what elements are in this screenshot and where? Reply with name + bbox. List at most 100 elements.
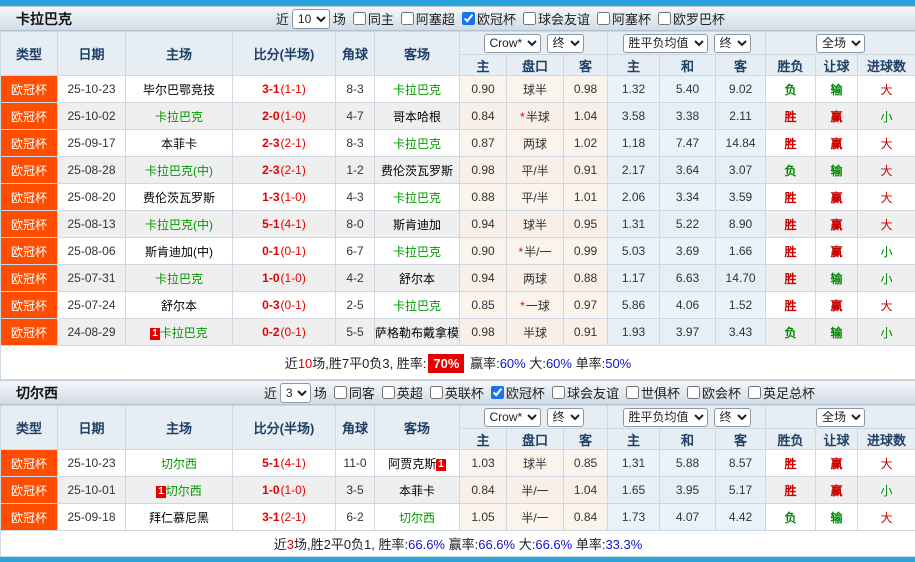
- filter-checkbox[interactable]: [462, 12, 475, 25]
- date-cell: 25-10-02: [58, 103, 126, 130]
- score-cell: 5-1(4-1): [233, 211, 336, 238]
- odds-company-select[interactable]: Crow*: [484, 34, 541, 53]
- filter-checkbox[interactable]: [626, 386, 639, 399]
- scope-select[interactable]: 全场: [816, 408, 865, 427]
- recent-count-select[interactable]: 3: [280, 383, 311, 403]
- team-name: 斯肯迪加: [393, 218, 441, 232]
- odds-company-select[interactable]: Crow*: [484, 408, 541, 427]
- filter-checkbox[interactable]: [334, 386, 347, 399]
- team-name: 拜仁慕尼黑: [149, 511, 209, 525]
- home-team-cell: 拜仁慕尼黑: [126, 504, 233, 531]
- filter-checkbox[interactable]: [491, 386, 504, 399]
- match-row: 欧冠杯25-10-23切尔西5-1(4-1)11-0阿贾克斯11.03球半0.8…: [1, 450, 915, 477]
- date-cell: 25-10-01: [58, 477, 126, 504]
- odds-home-cell: 0.94: [460, 211, 507, 238]
- filter-checkbox[interactable]: [552, 386, 565, 399]
- corners-cell: 1-2: [336, 157, 375, 184]
- avg-away-cell: 14.84: [716, 130, 766, 157]
- avg-type-select[interactable]: 胜平负均值: [623, 34, 708, 53]
- goals-result-cell: 小: [858, 238, 915, 265]
- col-header: 角球: [336, 32, 375, 76]
- red-card-badge: 1: [150, 328, 160, 340]
- filter-label: 同客: [349, 383, 375, 402]
- sub-col-header: 主: [460, 55, 507, 76]
- goals-result-cell: 大: [858, 504, 915, 531]
- odds-home-cell: 0.88: [460, 184, 507, 211]
- odds-away-cell: 0.95: [564, 211, 608, 238]
- summary-stat-value: 33.3%: [605, 537, 642, 552]
- avg-type-select[interactable]: 胜平负均值: [623, 408, 708, 427]
- corners-cell: 4-7: [336, 103, 375, 130]
- away-team-cell: 斯肯迪加: [375, 211, 460, 238]
- handicap-result-cell: 输: [816, 319, 858, 346]
- avg-draw-cell: 4.06: [660, 292, 716, 319]
- recent-count-select[interactable]: 10: [292, 9, 330, 29]
- sub-col-header: 和: [660, 55, 716, 76]
- handicap-cell: 平/半: [507, 157, 564, 184]
- match-row: 欧冠杯25-10-011切尔西1-0(1-0)3-5本菲卡0.84半/一1.04…: [1, 477, 915, 504]
- filter-controls: 近3场同客英超英联杯欧冠杯球会友谊世俱杯欧会杯英足总杯: [264, 383, 815, 403]
- corners-cell: 6-2: [336, 504, 375, 531]
- summary-stat-value: 60%: [500, 356, 526, 371]
- result-flag: 负: [785, 83, 797, 97]
- halftime-score: (4-1): [281, 217, 306, 231]
- avg-stage-select[interactable]: 终: [714, 408, 751, 427]
- away-team-cell: 卡拉巴克: [375, 238, 460, 265]
- avg-home-cell: 1.17: [608, 265, 660, 292]
- filter-checkbox[interactable]: [523, 12, 536, 25]
- fulltime-score: 0-3: [262, 298, 279, 312]
- odds-away-cell: 1.04: [564, 103, 608, 130]
- result-flag: 输: [831, 164, 843, 178]
- section-title: 卡拉巴克: [16, 9, 72, 29]
- odds-home-cell: 1.05: [460, 504, 507, 531]
- team-name: 斯肯迪加(中): [145, 245, 213, 259]
- summary-stat-label: 单率:: [572, 537, 605, 552]
- result-flag: 赢: [831, 191, 843, 205]
- filter-label: 世俱杯: [641, 383, 680, 402]
- avg-home-cell: 1.31: [608, 211, 660, 238]
- outcome-cell: 胜: [766, 450, 816, 477]
- outcome-cell: 胜: [766, 130, 816, 157]
- corners-cell: 3-5: [336, 477, 375, 504]
- filter-checkbox[interactable]: [401, 12, 414, 25]
- filter-label: 欧会杯: [702, 383, 741, 402]
- home-team-cell: 切尔西: [126, 450, 233, 477]
- handicap-result-cell: 赢: [816, 130, 858, 157]
- outcome-cell: 负: [766, 76, 816, 103]
- outcome-cell: 胜: [766, 184, 816, 211]
- odds-stage-select[interactable]: 终: [547, 408, 584, 427]
- filter-checkbox[interactable]: [687, 386, 700, 399]
- filter-item-0: 同主: [346, 9, 394, 28]
- goals-result-cell: 大: [858, 157, 915, 184]
- filter-checkbox[interactable]: [382, 386, 395, 399]
- avg-home-cell: 5.03: [608, 238, 660, 265]
- avg-home-cell: 1.31: [608, 450, 660, 477]
- home-team-cell: 舒尔本: [126, 292, 233, 319]
- odds-away-cell: 0.91: [564, 319, 608, 346]
- team-name: 卡拉巴克: [393, 83, 441, 97]
- match-row: 欧冠杯25-09-17本菲卡2-3(2-1)8-3卡拉巴克0.87两球1.021…: [1, 130, 915, 157]
- score-cell: 0-2(0-1): [233, 319, 336, 346]
- home-team-cell: 卡拉巴克(中): [126, 211, 233, 238]
- filter-checkbox[interactable]: [748, 386, 761, 399]
- filter-checkbox[interactable]: [353, 12, 366, 25]
- odds-stage-select[interactable]: 终: [547, 34, 584, 53]
- filter-checkbox[interactable]: [658, 12, 671, 25]
- col-header: 角球: [336, 406, 375, 450]
- filter-checkbox[interactable]: [430, 386, 443, 399]
- goals-result-cell: 小: [858, 477, 915, 504]
- scope-select[interactable]: 全场: [816, 34, 865, 53]
- date-cell: 25-10-23: [58, 76, 126, 103]
- avg-stage-select[interactable]: 终: [714, 34, 751, 53]
- halftime-score: (0-1): [281, 244, 306, 258]
- filter-label: 欧冠杯: [477, 9, 516, 28]
- score-cell: 1-0(1-0): [233, 265, 336, 292]
- summary-count: 3: [287, 537, 294, 552]
- avg-draw-cell: 6.63: [660, 265, 716, 292]
- team-name: 切尔西: [166, 484, 202, 498]
- halftime-score: (1-0): [281, 271, 306, 285]
- red-card-badge: 1: [156, 486, 166, 498]
- filter-label: 阿塞超: [416, 9, 455, 28]
- filter-item-6: 欧会杯: [680, 383, 741, 402]
- filter-checkbox[interactable]: [597, 12, 610, 25]
